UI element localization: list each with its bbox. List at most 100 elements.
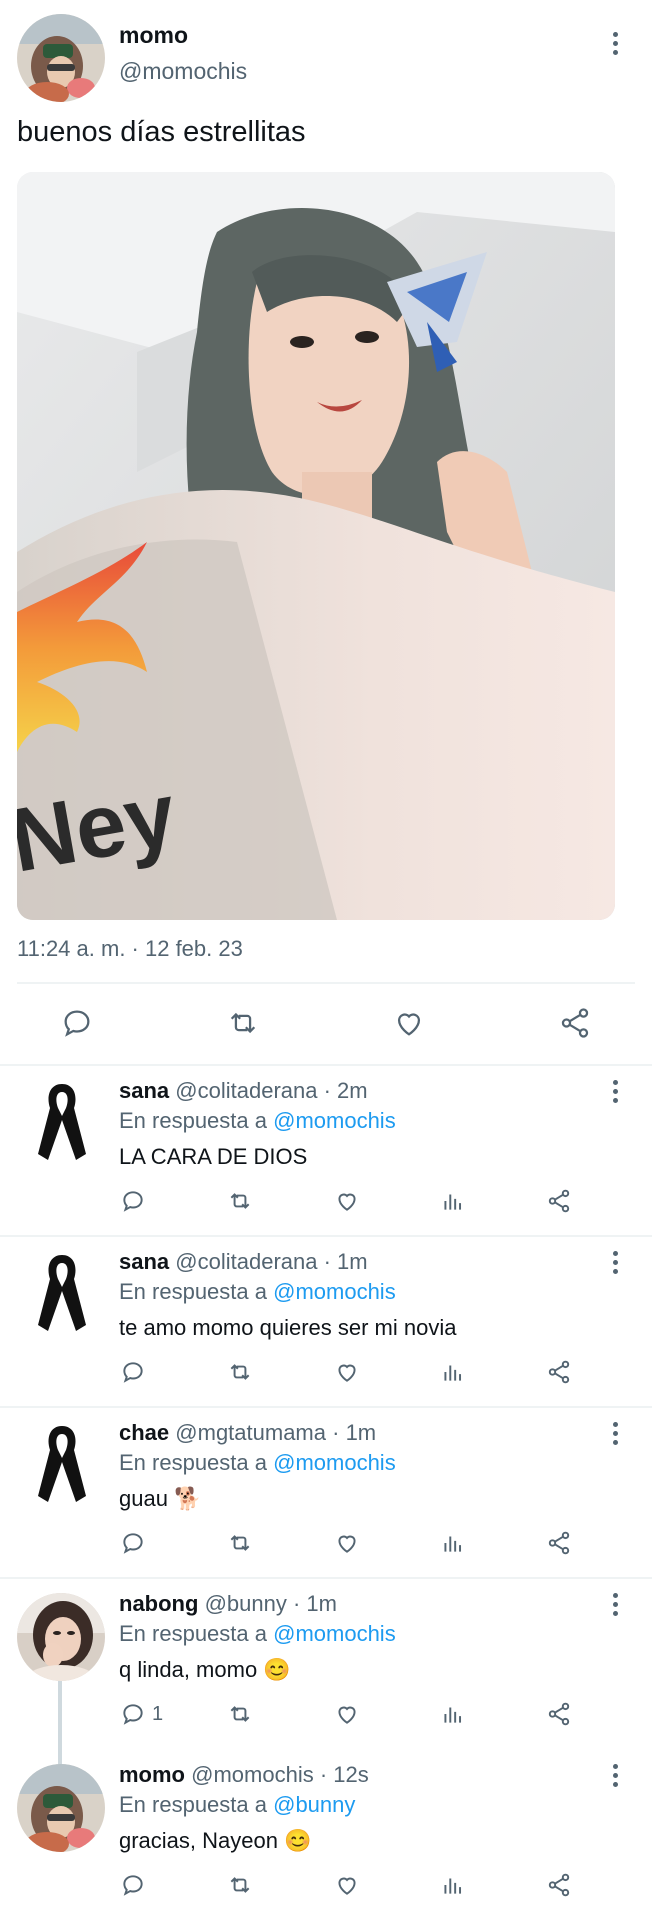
retweet-icon [226, 1359, 254, 1385]
reply-author-name[interactable]: nabong [119, 1591, 198, 1616]
reply-avatar[interactable] [17, 1593, 105, 1681]
views-button[interactable] [440, 1872, 466, 1898]
share-button[interactable] [546, 1872, 572, 1898]
reply-author-handle[interactable]: @momochis [191, 1762, 314, 1787]
views-button[interactable] [440, 1530, 466, 1556]
more-vertical-icon[interactable] [605, 1760, 625, 1790]
share-button[interactable] [546, 1530, 572, 1556]
reply-actions [0, 1184, 652, 1224]
share-button[interactable] [558, 1006, 592, 1040]
views-button[interactable] [440, 1359, 466, 1385]
mention-link[interactable]: @bunny [273, 1792, 355, 1817]
author-avatar[interactable] [17, 14, 105, 102]
reply-item[interactable]: momo @momochis · 12s En respuesta a @bun… [0, 1750, 652, 1920]
more-vertical-icon[interactable] [605, 1418, 625, 1448]
reply-author-handle[interactable]: @colitaderana [175, 1249, 317, 1274]
black-ribbon-avatar[interactable] [36, 1422, 88, 1506]
retweet-button[interactable] [225, 1006, 261, 1040]
more-vertical-icon[interactable] [605, 1076, 625, 1106]
retweet-icon [226, 1188, 254, 1214]
reply-button[interactable] [120, 1530, 152, 1556]
retweet-button[interactable] [226, 1530, 254, 1556]
black-ribbon-avatar[interactable] [36, 1080, 88, 1164]
reply-actions: 1 [0, 1697, 652, 1737]
analytics-icon [440, 1188, 466, 1214]
reply-author-name[interactable]: momo [119, 1762, 185, 1787]
black-ribbon-avatar[interactable] [36, 1251, 88, 1335]
reply-author-handle[interactable]: @mgtatumama [175, 1420, 326, 1445]
retweet-button[interactable] [226, 1359, 254, 1385]
heart-icon [392, 1006, 426, 1040]
reply-context: En respuesta a @momochis [119, 1621, 396, 1647]
analytics-icon [440, 1872, 466, 1898]
reply-text: gracias, Nayeon 😊 [119, 1828, 312, 1853]
reply-item[interactable]: sana @colitaderana · 1m En respuesta a @… [0, 1237, 652, 1409]
reply-author-name[interactable]: sana [119, 1249, 169, 1274]
reply-author-name[interactable]: sana [119, 1078, 169, 1103]
like-button[interactable] [392, 1006, 426, 1040]
share-icon [546, 1530, 572, 1556]
reply-item[interactable]: chae @mgtatumama · 1m En respuesta a @mo… [0, 1408, 652, 1580]
reply-item[interactable]: sana @colitaderana · 2m En respuesta a @… [0, 1066, 652, 1238]
heart-icon [334, 1701, 360, 1727]
reply-actions [0, 1868, 652, 1908]
reply-header: sana @colitaderana · 1m [119, 1249, 368, 1275]
more-vertical-icon[interactable] [605, 1247, 625, 1277]
like-button[interactable] [334, 1530, 360, 1556]
share-button[interactable] [546, 1188, 572, 1214]
reply-button[interactable]: 1 [120, 1701, 163, 1727]
reply-item[interactable]: nabong @bunny · 1m En respuesta a @momoc… [0, 1579, 652, 1751]
reply-author-handle[interactable]: @colitaderana [175, 1078, 317, 1103]
more-vertical-icon[interactable] [605, 28, 625, 58]
views-button[interactable] [440, 1701, 466, 1727]
retweet-button[interactable] [226, 1188, 254, 1214]
reply-header: chae @mgtatumama · 1m [119, 1420, 376, 1446]
mention-link[interactable]: @momochis [273, 1108, 396, 1133]
mention-link[interactable]: @momochis [273, 1621, 396, 1646]
like-button[interactable] [334, 1188, 360, 1214]
mention-link[interactable]: @momochis [273, 1279, 396, 1304]
reply-button[interactable] [60, 1006, 94, 1040]
reply-button[interactable] [120, 1359, 152, 1385]
share-button[interactable] [546, 1359, 572, 1385]
tweet-timestamp: 11:24 a. m. · 12 feb. 23 [17, 936, 243, 961]
reply-avatar[interactable] [17, 1764, 105, 1852]
retweet-button[interactable] [226, 1872, 254, 1898]
like-button[interactable] [334, 1359, 360, 1385]
views-button[interactable] [440, 1188, 466, 1214]
author-name[interactable]: momo [119, 22, 188, 49]
reply-author-handle[interactable]: @bunny [205, 1591, 287, 1616]
retweet-button[interactable] [226, 1701, 254, 1727]
reply-context: En respuesta a @bunny [119, 1792, 355, 1818]
like-button[interactable] [334, 1872, 360, 1898]
share-icon [546, 1872, 572, 1898]
retweet-icon [226, 1701, 254, 1727]
tweet-photo[interactable]: Ney [17, 172, 615, 920]
reply-text: te amo momo quieres ser mi novia [119, 1315, 457, 1340]
reply-author-name[interactable]: chae [119, 1420, 169, 1445]
reply-actions [0, 1526, 652, 1566]
reply-icon [120, 1872, 146, 1898]
author-handle[interactable]: @momochis [119, 58, 247, 85]
reply-text: q linda, momo 😊 [119, 1657, 291, 1682]
mention-link[interactable]: @momochis [273, 1450, 396, 1475]
share-icon [546, 1359, 572, 1385]
reply-text: LA CARA DE DIOS [119, 1144, 308, 1169]
analytics-icon [440, 1530, 466, 1556]
reply-header: sana @colitaderana · 2m [119, 1078, 368, 1104]
reply-prefix: En respuesta a [119, 1792, 267, 1817]
reply-time: · 2m [323, 1078, 368, 1103]
reply-prefix: En respuesta a [119, 1108, 267, 1133]
reply-text: guau 🐕 [119, 1486, 202, 1511]
retweet-icon [226, 1530, 254, 1556]
retweet-icon [225, 1006, 261, 1040]
heart-icon [334, 1872, 360, 1898]
analytics-icon [440, 1701, 466, 1727]
more-vertical-icon[interactable] [605, 1589, 625, 1619]
reply-button[interactable] [120, 1872, 152, 1898]
reply-button[interactable] [120, 1188, 152, 1214]
like-button[interactable] [334, 1701, 360, 1727]
reply-icon [120, 1359, 146, 1385]
share-button[interactable] [546, 1701, 572, 1727]
reply-context: En respuesta a @momochis [119, 1279, 396, 1305]
